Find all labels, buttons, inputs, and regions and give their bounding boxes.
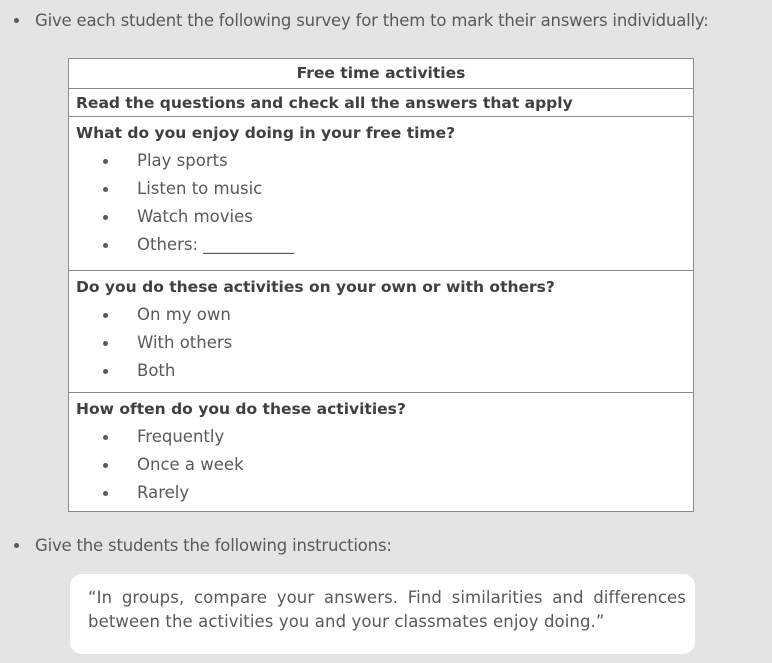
quote-box: “In groups, compare your answers. Find s…	[70, 574, 695, 654]
option-label: Play sports	[137, 151, 228, 170]
bullet-icon	[103, 214, 108, 220]
bullet-icon	[103, 312, 108, 318]
intro-text: Give each student the following survey f…	[35, 11, 709, 30]
bullet-icon	[103, 490, 108, 496]
bullet-icon	[103, 462, 108, 468]
survey-instructions: Read the questions and check all the ans…	[69, 89, 693, 117]
option-item[interactable]: Others: ___________	[76, 231, 693, 259]
option-item[interactable]: Listen to music	[76, 175, 693, 203]
question-block-3: How often do you do these activities? Fr…	[69, 393, 693, 507]
question-title: What do you enjoy doing in your free tim…	[76, 124, 456, 142]
option-item[interactable]: Both	[76, 357, 693, 385]
option-label: Frequently	[137, 427, 225, 446]
survey-title: Free time activities	[69, 59, 693, 89]
question-block-2: Do you do these activities on your own o…	[69, 271, 693, 393]
intro-bullet: Give each student the following survey f…	[14, 11, 709, 30]
bullet-icon	[103, 186, 108, 192]
option-item[interactable]: With others	[76, 329, 693, 357]
option-label: Listen to music	[137, 179, 263, 198]
question-title: Do you do these activities on your own o…	[76, 278, 555, 296]
option-label: Both	[137, 361, 176, 380]
question-title: How often do you do these activities?	[76, 400, 406, 418]
option-item[interactable]: On my own	[76, 301, 693, 329]
option-label: Rarely	[137, 483, 190, 502]
option-item[interactable]: Play sports	[76, 147, 693, 175]
option-label: On my own	[137, 305, 231, 324]
instruction-bullet: Give the students the following instruct…	[14, 536, 392, 555]
question-block-1: What do you enjoy doing in your free tim…	[69, 117, 693, 271]
option-item[interactable]: Frequently	[76, 423, 693, 451]
option-item[interactable]: Once a week	[76, 451, 693, 479]
survey-table: Free time activities Read the questions …	[68, 58, 694, 512]
bullet-icon	[103, 158, 108, 164]
bullet-icon	[103, 368, 108, 374]
option-label: Others: ___________	[137, 235, 294, 254]
bullet-icon	[103, 242, 108, 248]
option-item[interactable]: Watch movies	[76, 203, 693, 231]
option-label: Watch movies	[137, 207, 253, 226]
option-item[interactable]: Rarely	[76, 479, 693, 507]
instruction-text: Give the students the following instruct…	[35, 536, 392, 555]
option-label: With others	[137, 333, 233, 352]
bullet-icon	[103, 434, 108, 440]
quote-text: “In groups, compare your answers. Find s…	[88, 588, 686, 631]
bullet-icon	[103, 340, 108, 346]
option-label: Once a week	[137, 455, 244, 474]
bullet-icon	[14, 18, 19, 23]
bullet-icon	[14, 543, 19, 548]
